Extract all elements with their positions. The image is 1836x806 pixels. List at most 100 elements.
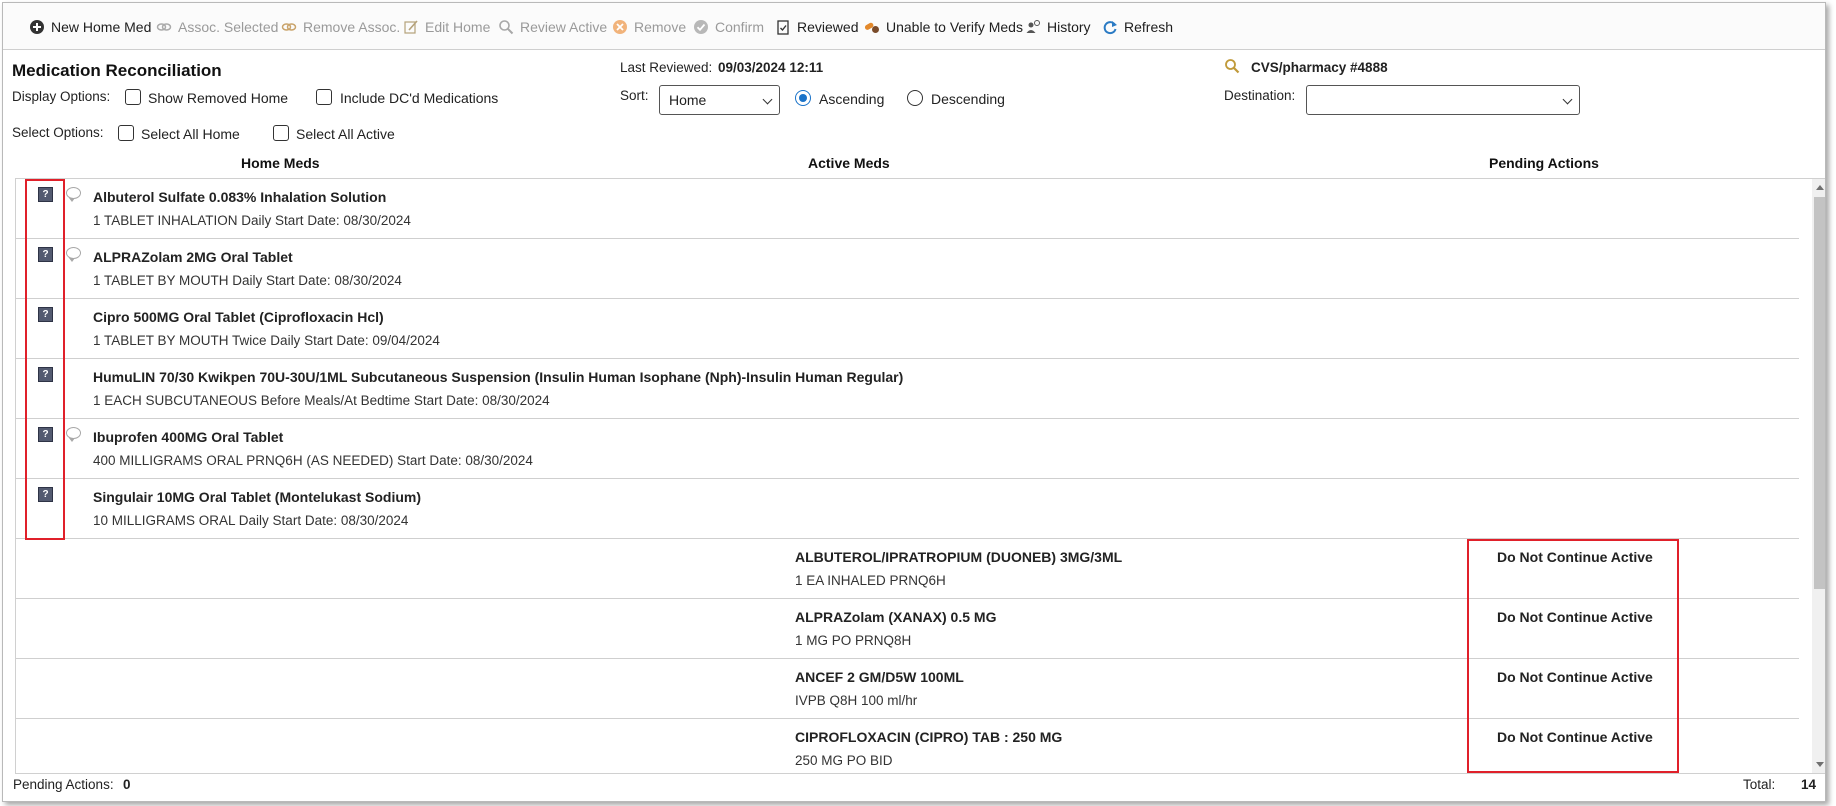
reviewed-button[interactable]: Reviewed [775,17,858,37]
select-all-home-label: Select All Home [141,126,240,142]
home-med-sig: 10 MILLIGRAMS ORAL Daily Start Date: 08/… [93,513,409,528]
home-med-sig: 1 TABLET INHALATION Daily Start Date: 08… [93,213,411,228]
page-title: Medication Reconciliation [12,61,222,80]
unverified-question-icon[interactable]: ? [38,427,53,442]
pending-action[interactable]: Do Not Continue Active [1497,549,1653,565]
include-dc-meds-label: Include DC'd Medications [340,90,499,106]
home-med-row[interactable]: ? Singulair 10MG Oral Tablet (Montelukas… [16,479,1799,539]
active-med-name: ALBUTEROL/IPRATROPIUM (DUONEB) 3MG/3ML [795,549,1123,565]
select-all-home-checkbox[interactable] [118,125,134,141]
confirm-button[interactable]: Confirm [693,17,764,37]
unverified-question-icon[interactable]: ? [38,307,53,322]
check-circle-icon [693,19,709,35]
descending-radio[interactable] [907,90,923,106]
pending-actions-count: 0 [123,777,131,792]
active-med-sig: 250 MG PO BID [795,753,893,768]
sort-label: Sort: [620,88,649,103]
history-button[interactable]: History [1025,17,1091,37]
scroll-down-arrow-icon[interactable] [1816,762,1824,767]
new-home-med-button[interactable]: New Home Med [29,17,151,37]
active-med-name: ALPRAZolam (XANAX) 0.5 MG [795,609,997,625]
last-reviewed-label: Last Reviewed: [620,60,713,75]
remove-label: Remove [634,19,687,35]
show-removed-home-checkbox[interactable] [125,89,141,105]
unverified-question-icon[interactable]: ? [38,367,53,382]
pending-action[interactable]: Do Not Continue Active [1497,729,1653,745]
pharmacy-name: CVS/pharmacy #4888 [1251,60,1388,75]
remove-button[interactable]: Remove [612,17,686,37]
grid-scrollbar[interactable] [1812,179,1825,773]
home-med-name: HumuLIN 70/30 Kwikpen 70U-30U/1ML Subcut… [93,369,904,385]
remove-assoc-label: Remove Assoc. [303,19,401,35]
magnifier-icon [498,19,514,35]
active-med-sig: 1 MG PO PRNQ8H [795,633,912,648]
active-med-row[interactable]: ALBUTEROL/IPRATROPIUM (DUONEB) 3MG/3ML 1… [16,539,1799,599]
unverified-question-icon[interactable]: ? [38,487,53,502]
unverified-question-icon[interactable]: ? [38,187,53,202]
edit-icon [403,19,419,35]
sort-select-value: Home [669,92,707,108]
active-med-sig: IVPB Q8H 100 ml/hr [795,693,918,708]
home-med-sig: 1 TABLET BY MOUTH Twice Daily Start Date… [93,333,440,348]
active-med-name: ANCEF 2 GM/D5W 100ML [795,669,964,685]
ascending-radio[interactable] [795,90,811,106]
total-count: 14 [1801,777,1817,792]
pending-action[interactable]: Do Not Continue Active [1497,609,1653,625]
home-med-name: Ibuprofen 400MG Oral Tablet [93,429,284,445]
medication-grid: ? Albuterol Sulfate 0.083% Inhalation So… [15,178,1825,774]
select-options-label: Select Options: [12,125,104,140]
clipboard-check-icon [775,19,791,35]
unverified-question-icon[interactable]: ? [38,247,53,262]
home-med-row[interactable]: ? Albuterol Sulfate 0.083% Inhalation So… [16,179,1799,239]
history-label: History [1047,19,1091,35]
home-med-name: Singulair 10MG Oral Tablet (Montelukast … [93,489,422,505]
reviewed-label: Reviewed [797,19,859,35]
destination-select[interactable] [1306,85,1580,115]
home-med-sig: 400 MILLIGRAMS ORAL PRNQ6H (AS NEEDED) S… [93,453,533,468]
home-med-row[interactable]: ? Ibuprofen 400MG Oral Tablet 400 MILLIG… [16,419,1799,479]
assoc-selected-button[interactable]: Assoc. Selected [156,17,278,37]
home-med-row[interactable]: ? ALPRAZolam 2MG Oral Tablet 1 TABLET BY… [16,239,1799,299]
home-med-name: Cipro 500MG Oral Tablet (Ciprofloxacin H… [93,309,384,325]
refresh-button[interactable]: Refresh [1102,17,1173,37]
select-all-active-label: Select All Active [296,126,395,142]
unable-to-verify-button[interactable]: Unable to Verify Meds [864,17,1023,37]
total-label: Total: [1743,777,1776,792]
comment-bubble-icon[interactable] [66,187,81,202]
unable-to-verify-label: Unable to Verify Meds [886,19,1023,35]
confirm-label: Confirm [715,19,765,35]
comment-bubble-icon[interactable] [66,427,81,442]
chevron-down-icon [762,94,773,105]
active-med-sig: 1 EA INHALED PRNQ6H [795,573,946,588]
pills-icon [864,19,880,35]
active-med-row[interactable]: ALPRAZolam (XANAX) 0.5 MG 1 MG PO PRNQ8H… [16,599,1799,659]
include-dc-meds-checkbox[interactable] [316,89,332,105]
show-removed-home-label: Show Removed Home [148,90,289,106]
comment-bubble-icon[interactable] [66,247,81,262]
active-med-name: CIPROFLOXACIN (CIPRO) TAB : 250 MG [795,729,1063,745]
medication-reconciliation-window: New Home Med Assoc. Selected Remove Asso… [2,2,1826,802]
active-med-row[interactable]: CIPROFLOXACIN (CIPRO) TAB : 250 MG 250 M… [16,719,1799,773]
pharmacy-search-icon[interactable] [1224,58,1240,77]
review-active-label: Review Active [520,19,608,35]
active-med-row[interactable]: ANCEF 2 GM/D5W 100ML IVPB Q8H 100 ml/hr … [16,659,1799,719]
sort-select[interactable]: Home [659,85,780,115]
home-med-row[interactable]: ? Cipro 500MG Oral Tablet (Ciprofloxacin… [16,299,1799,359]
pending-actions-count-label: Pending Actions: [13,777,114,792]
select-all-active-checkbox[interactable] [273,125,289,141]
plus-circle-icon [29,19,45,35]
remove-circle-icon [612,19,628,35]
assoc-selected-label: Assoc. Selected [178,19,279,35]
edit-home-button[interactable]: Edit Home [403,17,490,37]
pending-action[interactable]: Do Not Continue Active [1497,669,1653,685]
home-med-row[interactable]: ? HumuLIN 70/30 Kwikpen 70U-30U/1ML Subc… [16,359,1799,419]
remove-assoc-button[interactable]: Remove Assoc. [281,17,400,37]
ascending-label: Ascending [819,91,885,107]
scroll-up-arrow-icon[interactable] [1816,185,1824,190]
last-reviewed-value: 09/03/2024 12:11 [718,60,824,75]
link-icon [156,19,172,35]
scrollbar-thumb[interactable] [1814,197,1825,589]
active-meds-column-header: Active Meds [808,155,890,171]
unlink-icon [281,19,297,35]
review-active-button[interactable]: Review Active [498,17,607,37]
